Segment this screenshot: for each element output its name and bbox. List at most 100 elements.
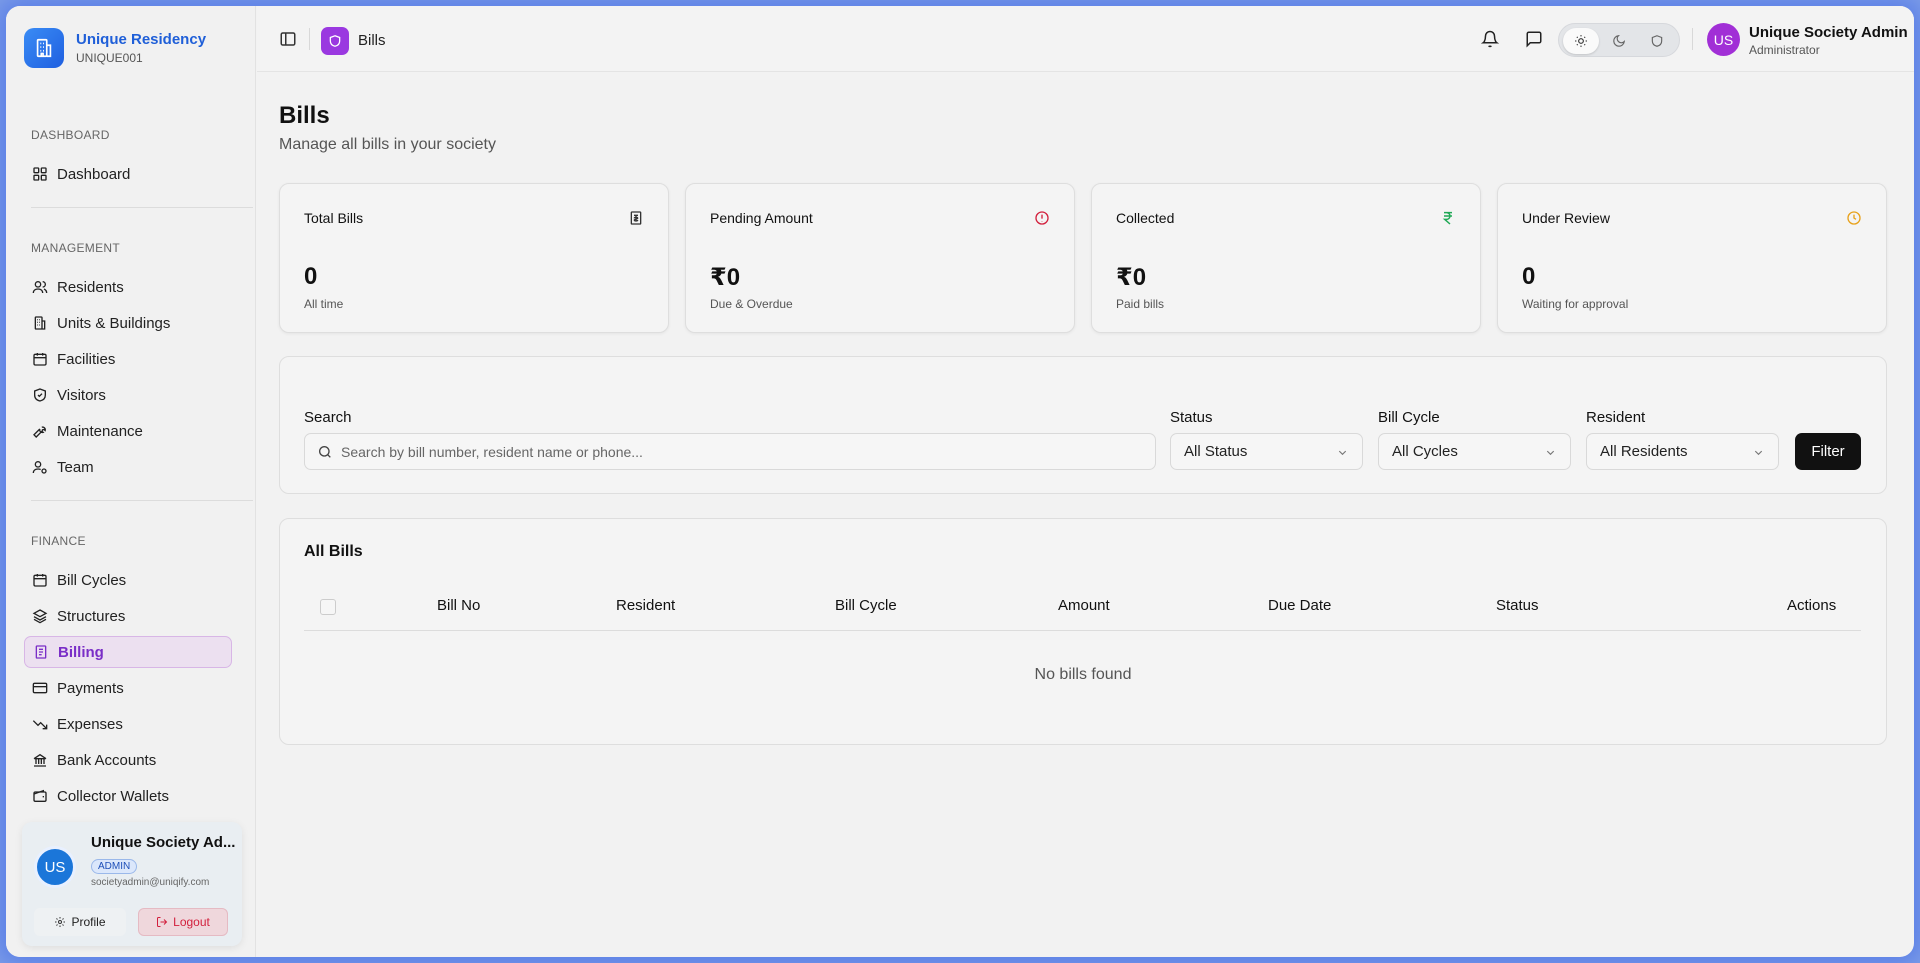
column-header-due-date[interactable]: Due Date	[1268, 597, 1331, 614]
sidebar-item-label: Dashboard	[57, 165, 131, 183]
column-header-bill-no[interactable]: Bill No	[437, 597, 480, 614]
sidebar-item-bank-accounts[interactable]: Bank Accounts	[24, 744, 232, 776]
user-name[interactable]: Unique Society Admin	[1749, 24, 1908, 41]
stat-note: Paid bills	[1116, 297, 1165, 311]
sidebar-item-label: Billing	[58, 643, 104, 661]
sidebar-item-label: Facilities	[57, 350, 116, 368]
sidebar-item-collector-wallets[interactable]: Collector Wallets	[24, 780, 232, 812]
stat-note: Due & Overdue	[710, 297, 793, 311]
resident-select[interactable]: All Residents	[1586, 433, 1779, 470]
logout-button[interactable]: Logout	[138, 908, 228, 936]
status-select-value: All Status	[1184, 443, 1248, 460]
brand[interactable]: Unique Residency UNIQUE001	[24, 28, 206, 68]
grid-icon	[33, 167, 47, 181]
sidebar-toggle-icon[interactable]	[279, 30, 297, 48]
theme-dark-button[interactable]	[1601, 28, 1637, 54]
gear-icon	[55, 917, 66, 927]
bill-icon	[630, 211, 642, 225]
sidebar-item-label: Collector Wallets	[57, 787, 169, 805]
profile-button[interactable]: Profile	[34, 908, 126, 936]
stat-value: 0	[304, 263, 318, 290]
bill-cycle-select[interactable]: All Cycles	[1378, 433, 1571, 470]
column-header-bill-cycle[interactable]: Bill Cycle	[835, 597, 897, 614]
moon-icon	[1613, 34, 1626, 47]
stat-note: All time	[304, 297, 344, 311]
search-field[interactable]	[304, 433, 1156, 470]
sidebar-item-payments[interactable]: Payments	[24, 672, 232, 704]
sidebar-item-maintenance[interactable]: Maintenance	[24, 415, 232, 447]
stat-card-under-review: Under Review 0 Waiting for approval	[1497, 183, 1887, 333]
theme-shield-button[interactable]	[1639, 28, 1675, 54]
stat-title: Under Review	[1522, 210, 1610, 226]
sidebar-item-label: Payments	[57, 679, 124, 697]
app-window: Unique Residency UNIQUE001 DASHBOARD Das…	[6, 6, 1914, 957]
sidebar-item-label: Units & Buildings	[57, 314, 171, 332]
bills-icon	[321, 27, 349, 55]
sidebar-item-residents[interactable]: Residents	[24, 271, 232, 303]
layers-icon	[32, 609, 48, 624]
logout-icon	[157, 917, 168, 927]
shield-check-icon	[34, 388, 46, 402]
stat-card-collected: Collected ₹0 Paid bills	[1091, 183, 1481, 333]
sidebar-item-label: Team	[57, 458, 94, 476]
column-header-status[interactable]: Status	[1496, 597, 1539, 614]
bell-icon[interactable]	[1481, 30, 1499, 48]
avatar[interactable]: US	[1707, 23, 1740, 56]
resident-select-value: All Residents	[1600, 443, 1688, 460]
user-email: societyadmin@uniqify.com	[91, 877, 210, 888]
filter-panel: Search Status All Status Bill Cycle All …	[279, 356, 1887, 494]
breadcrumb: Bills	[358, 32, 386, 49]
sidebar-item-label: Bank Accounts	[57, 751, 157, 769]
stat-card-total-bills: Total Bills 0 All time	[279, 183, 669, 333]
message-icon[interactable]	[1525, 30, 1543, 48]
logout-button-label: Logout	[173, 915, 210, 929]
search-label: Search	[304, 409, 352, 426]
page-title: Bills	[279, 102, 330, 129]
theme-light-button[interactable]	[1563, 28, 1599, 54]
divider	[309, 28, 310, 50]
stat-title: Pending Amount	[710, 210, 813, 226]
select-all-checkbox[interactable]	[320, 599, 336, 615]
filter-button[interactable]: Filter	[1795, 433, 1861, 470]
column-header-resident[interactable]: Resident	[616, 597, 675, 614]
chevron-down-icon	[1754, 450, 1763, 456]
search-icon	[319, 446, 331, 458]
bills-table-panel: All Bills Bill No Resident Bill Cycle Am…	[279, 518, 1887, 745]
sidebar-item-expenses[interactable]: Expenses	[24, 708, 232, 740]
sidebar-item-label: Visitors	[57, 386, 106, 404]
divider	[31, 207, 253, 208]
calendar-icon	[33, 353, 47, 366]
divider	[31, 500, 253, 501]
stat-title: Total Bills	[304, 210, 364, 226]
calendar-icon	[33, 574, 47, 587]
bank-icon	[33, 753, 47, 767]
sidebar-item-label: Bill Cycles	[57, 571, 127, 589]
stat-value: ₹0	[710, 264, 741, 291]
sidebar-item-visitors[interactable]: Visitors	[24, 379, 232, 411]
stat-card-pending-amount: Pending Amount ₹0 Due & Overdue	[685, 183, 1075, 333]
status-select[interactable]: All Status	[1170, 433, 1363, 470]
trending-down-icon	[32, 720, 48, 730]
avatar[interactable]: US	[34, 846, 76, 888]
sidebar-item-billing[interactable]: Billing	[24, 636, 232, 668]
empty-state: No bills found	[1034, 666, 1132, 683]
search-input[interactable]	[341, 434, 1141, 469]
column-header-amount[interactable]: Amount	[1058, 597, 1110, 614]
sidebar-item-structures[interactable]: Structures	[24, 600, 232, 632]
user-cog-icon	[32, 461, 47, 474]
users-icon	[32, 281, 48, 294]
sidebar-item-team[interactable]: Team	[24, 451, 232, 483]
sidebar-item-units[interactable]: Units & Buildings	[24, 307, 232, 339]
page-subtitle: Manage all bills in your society	[279, 136, 496, 153]
table-title: All Bills	[304, 543, 363, 560]
sidebar-item-dashboard[interactable]: Dashboard	[24, 158, 232, 190]
brand-name: Unique Residency	[76, 31, 207, 48]
building-icon	[24, 28, 64, 68]
chevron-down-icon	[1546, 450, 1555, 456]
alert-circle-icon	[1035, 211, 1049, 225]
wrench-icon	[33, 426, 46, 438]
sidebar-item-facilities[interactable]: Facilities	[24, 343, 232, 375]
rupee-icon	[1442, 211, 1452, 225]
sidebar-item-bill-cycles[interactable]: Bill Cycles	[24, 564, 232, 596]
wallet-icon	[33, 789, 47, 802]
